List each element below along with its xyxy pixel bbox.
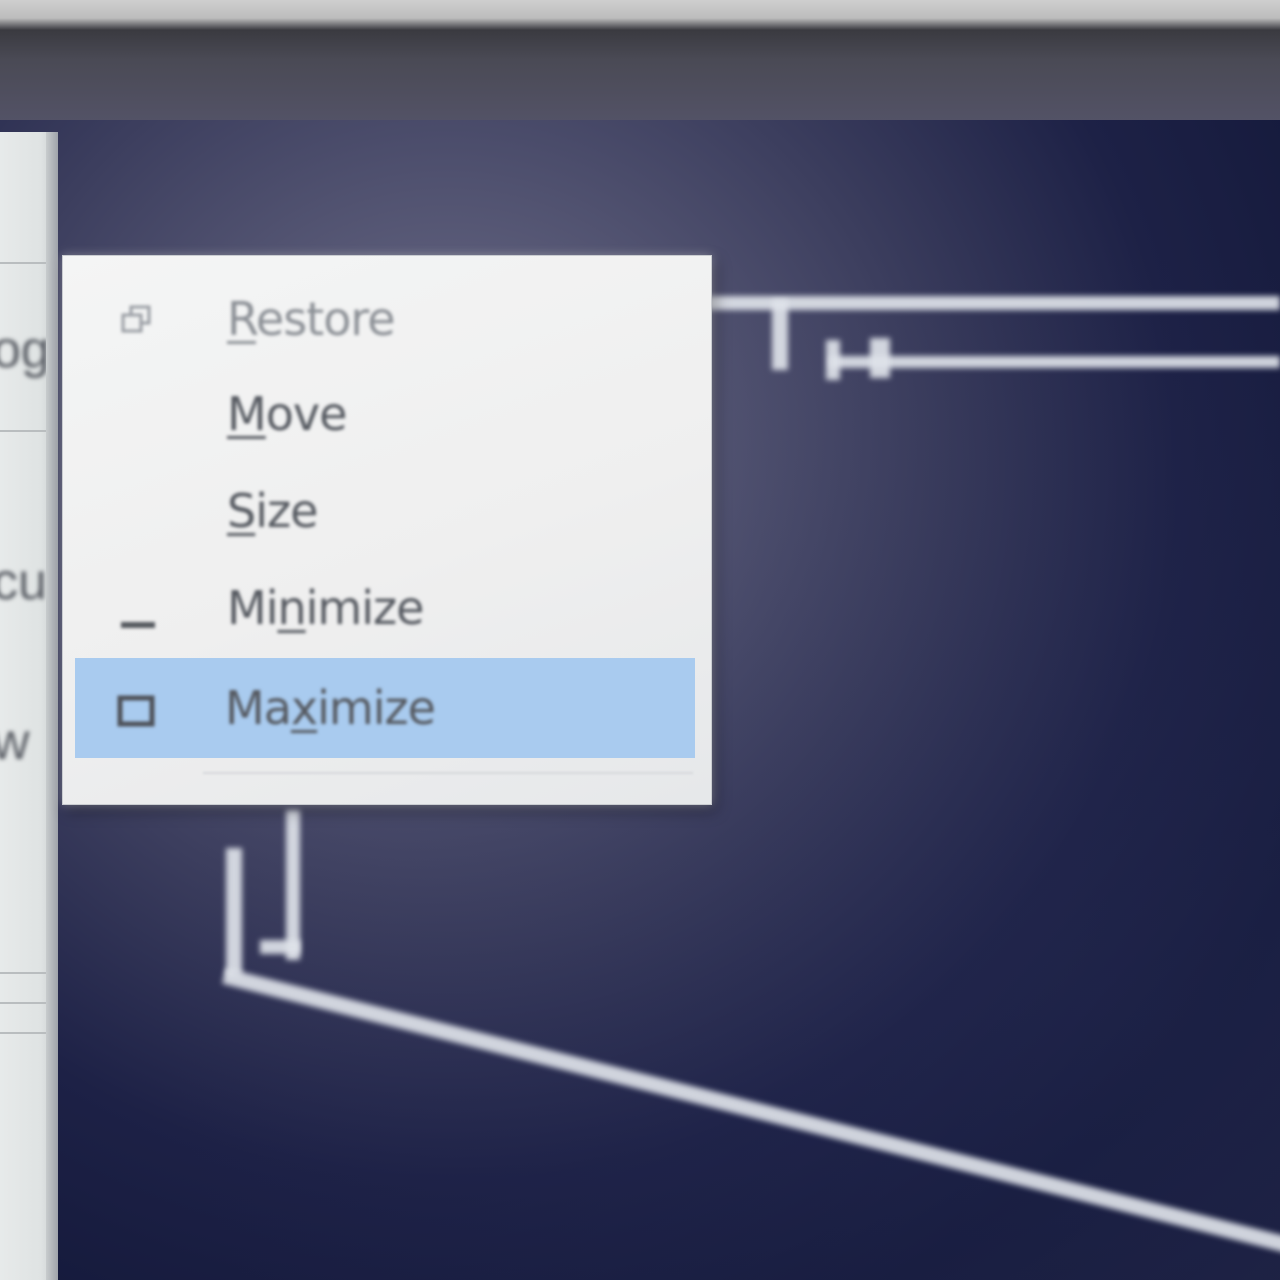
menu-item-label: Minimize [227, 581, 425, 635]
menu-item-accelerator: n [277, 581, 306, 635]
menu-separator [203, 772, 693, 774]
menu-item-restore[interactable]: Restore [77, 271, 693, 367]
window-system-menu: Restore Move Size Minimize Maximize [62, 255, 712, 805]
left-window-divider [0, 1002, 46, 1004]
left-background-window: og cu w [0, 132, 58, 1280]
menu-item-label: Restore [227, 292, 396, 346]
left-window-text: cu [0, 553, 47, 611]
window-outline-top [708, 296, 1280, 310]
menu-item-label: Maximize [225, 681, 436, 735]
menu-item-label-post: ove [265, 387, 348, 441]
menu-item-size[interactable]: Size [77, 463, 693, 559]
menu-item-accelerator: R [227, 292, 257, 346]
menu-item-label-pre: Ma [225, 681, 292, 735]
window-outline-left-a [226, 848, 242, 976]
window-outline-notch-a [772, 300, 788, 370]
window-outline-left-c [260, 940, 300, 954]
window-outline-left-b [286, 810, 300, 960]
left-window-edge [46, 132, 58, 1280]
menu-item-label-pre: Mi [227, 581, 278, 635]
menu-item-label-post: ize [255, 484, 318, 538]
monitor-bezel [0, 0, 1280, 135]
menu-item-maximize[interactable]: Maximize [75, 658, 695, 758]
left-window-divider [0, 262, 46, 264]
menu-item-accelerator: x [290, 681, 318, 735]
left-window-text: og [0, 321, 50, 379]
maximize-icon [115, 692, 155, 732]
window-outline-inner-top [830, 356, 1280, 368]
menu-item-accelerator: S [227, 484, 256, 538]
menu-item-move[interactable]: Move [77, 366, 693, 462]
window-outline-notch-b [826, 340, 840, 380]
left-window-divider [0, 972, 46, 974]
menu-item-label-post: estore [255, 292, 396, 346]
menu-item-label-post: imize [305, 581, 425, 635]
left-window-divider [0, 1032, 46, 1034]
menu-item-label: Move [227, 387, 348, 441]
menu-item-accelerator: M [227, 387, 267, 441]
left-window-divider [0, 430, 46, 432]
menu-item-label-post: imize [317, 681, 436, 735]
menu-item-label: Size [227, 484, 318, 538]
menu-item-minimize[interactable]: Minimize [77, 560, 693, 656]
minimize-icon [117, 606, 157, 646]
restore-icon [117, 301, 157, 341]
left-window-text: w [0, 713, 30, 771]
window-outline-notch-c [870, 338, 890, 378]
